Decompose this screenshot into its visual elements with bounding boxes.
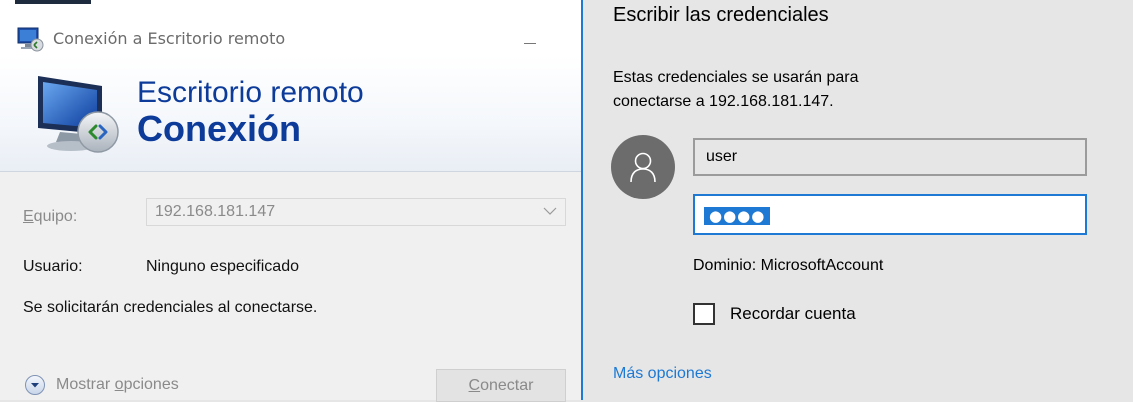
user-avatar bbox=[611, 135, 675, 199]
computer-label: Equipo: bbox=[23, 208, 78, 225]
expand-circle-icon[interactable] bbox=[25, 375, 45, 395]
remember-account-label: Recordar cuenta bbox=[730, 304, 856, 323]
window-title: Conexión a Escritorio remoto bbox=[53, 29, 286, 48]
banner-title-line2: Conexión bbox=[137, 108, 302, 149]
credentials-dialog: Escribir las credenciales Estas credenci… bbox=[583, 0, 1133, 400]
credentials-note: Se solicitarán credenciales al conectars… bbox=[23, 299, 318, 316]
user-avatar-icon bbox=[630, 152, 656, 183]
banner-title-line1: Escritorio remoto bbox=[137, 76, 364, 109]
credentials-description: Estas credenciales se usarán para conect… bbox=[613, 69, 859, 110]
domain-text: Dominio: MicrosoftAccount bbox=[693, 257, 884, 274]
user-label: Usuario: bbox=[23, 258, 83, 275]
remember-account-checkbox[interactable]: Recordar cuenta bbox=[693, 301, 893, 331]
minimize-button[interactable] bbox=[510, 19, 550, 53]
connect-button[interactable]: Conectar bbox=[436, 369, 566, 402]
more-options-link[interactable]: Más opciones bbox=[613, 365, 712, 383]
credentials-heading: Escribir las credenciales bbox=[613, 4, 829, 26]
rdc-app-icon bbox=[17, 27, 44, 52]
window-top-strip bbox=[0, 0, 583, 7]
show-options-label: Mostrar opciones bbox=[56, 376, 179, 393]
connect-label: Conectar bbox=[468, 377, 534, 394]
chevron-down-icon[interactable] bbox=[543, 206, 557, 216]
password-input[interactable]: ●●●● bbox=[693, 194, 1087, 235]
checkbox-box[interactable] bbox=[693, 303, 715, 325]
title-bar: Conexión a Escritorio remoto bbox=[0, 7, 583, 55]
user-value: Ninguno especificado bbox=[146, 258, 299, 275]
username-input[interactable] bbox=[693, 138, 1087, 176]
show-options-button[interactable]: Mostrar opciones bbox=[22, 371, 222, 401]
password-mask: ●●●● bbox=[704, 207, 771, 225]
computer-value: 192.168.181.147 bbox=[155, 203, 276, 220]
remote-desktop-connection-window: Conexión a Escritorio remoto Escritorio … bbox=[0, 0, 583, 402]
remote-desktop-monitor-icon bbox=[38, 76, 119, 153]
computer-combobox[interactable]: 192.168.181.147 bbox=[146, 198, 566, 226]
